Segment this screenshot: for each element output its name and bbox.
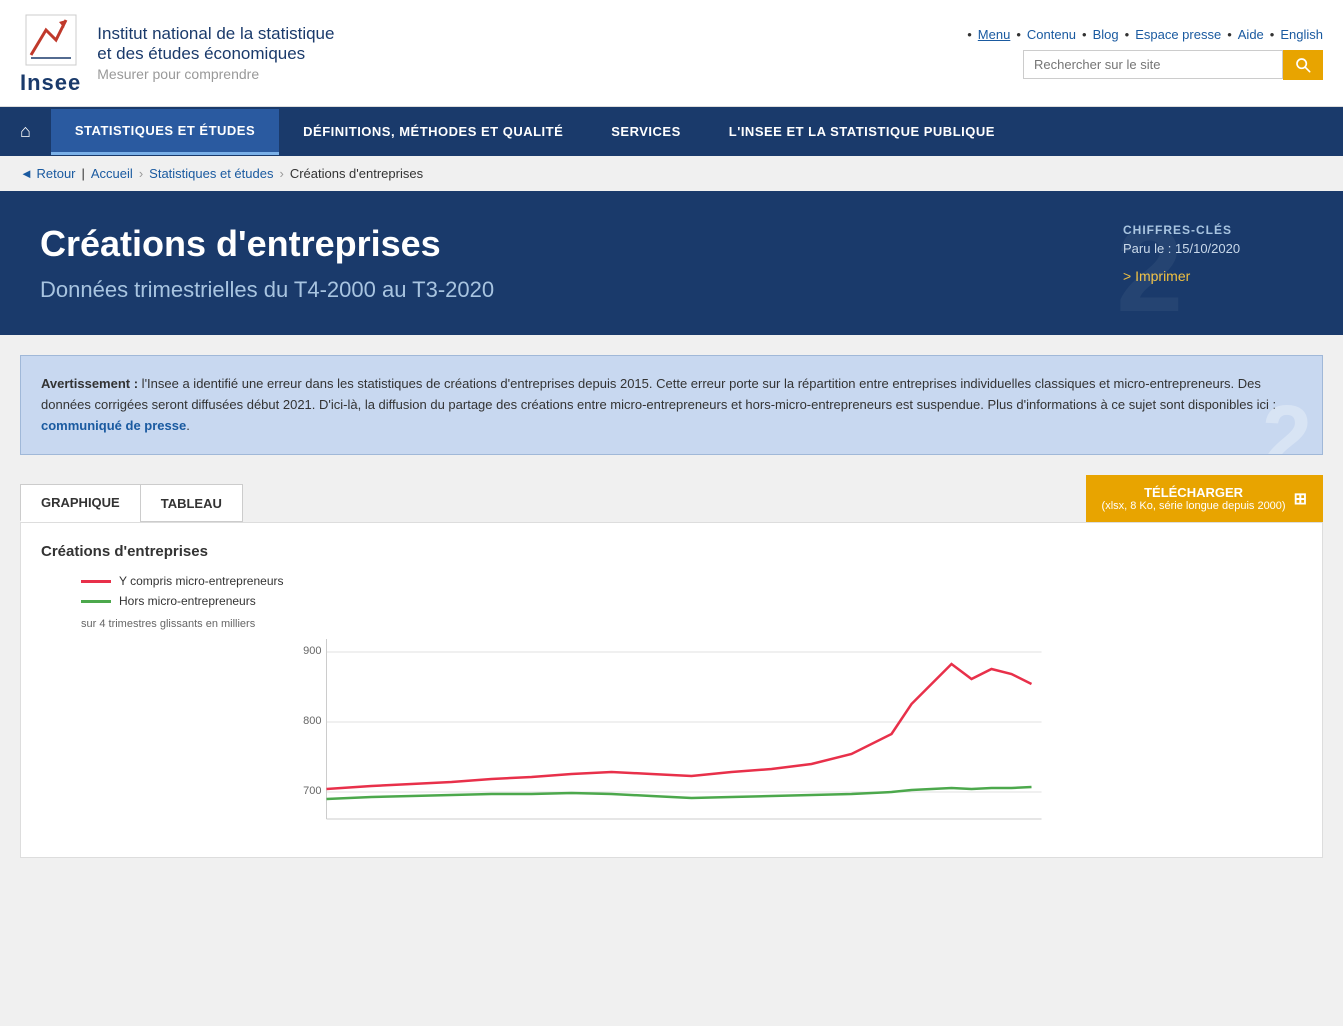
header-left: Insee Institut national de la statistiqu… xyxy=(20,10,334,96)
hero-banner: Créations d'entreprises Données trimestr… xyxy=(0,191,1343,335)
header-title-line2: et des études économiques xyxy=(97,44,334,64)
chart-svg: 900 800 700 xyxy=(41,634,1302,834)
logo-label: Insee xyxy=(20,70,81,96)
legend-item-micro: Y compris micro-entrepreneurs xyxy=(81,574,1302,588)
tab-graphique[interactable]: GRAPHIQUE xyxy=(20,484,140,522)
sep5: • xyxy=(1270,27,1275,42)
main-navigation: ⌂ STATISTIQUES ET ÉTUDES DÉFINITIONS, MÉ… xyxy=(0,107,1343,156)
chart-title: Créations d'entreprises xyxy=(41,543,1302,560)
legend-item-hors: Hors micro-entrepreneurs xyxy=(81,594,1302,608)
breadcrumb-chevron1: › xyxy=(139,166,143,181)
nav-english[interactable]: English xyxy=(1280,27,1323,42)
download-button[interactable]: TÉLÉCHARGER (xlsx, 8 Ko, série longue de… xyxy=(1086,475,1323,522)
legend-label-micro: Y compris micro-entrepreneurs xyxy=(119,574,284,588)
search-bar xyxy=(1023,50,1323,80)
warning-end: . xyxy=(186,418,190,433)
download-icon: ⊞ xyxy=(1294,489,1307,509)
chart-axis-label: sur 4 trimestres glissants en milliers xyxy=(81,618,1302,630)
header-text: Institut national de la statistique et d… xyxy=(97,24,334,82)
tabs-download-row: GRAPHIQUE TABLEAU TÉLÉCHARGER (xlsx, 8 K… xyxy=(20,475,1323,522)
nav-blog[interactable]: Blog xyxy=(1093,27,1119,42)
warning-box: 2 Avertissement : l'Insee a identifié un… xyxy=(20,355,1323,455)
legend-line-hors xyxy=(81,600,111,603)
hero-subtitle: Données trimestrielles du T4-2000 au T3-… xyxy=(40,277,1103,303)
header-title-line1: Institut national de la statistique xyxy=(97,24,334,44)
warning-link[interactable]: communiqué de presse xyxy=(41,418,186,433)
header-right: • Menu • Contenu • Blog • Espace presse … xyxy=(967,27,1323,80)
svg-text:700: 700 xyxy=(303,785,321,797)
bullet: • xyxy=(967,27,972,42)
svg-text:800: 800 xyxy=(303,715,321,727)
tab-tableau[interactable]: TABLEAU xyxy=(140,484,243,522)
nav-home-button[interactable]: ⌂ xyxy=(0,107,51,156)
warning-text: l'Insee a identifié une erreur dans les … xyxy=(41,376,1276,412)
download-label: TÉLÉCHARGER xyxy=(1144,485,1243,500)
legend-label-hors: Hors micro-entrepreneurs xyxy=(119,594,256,608)
sep4: • xyxy=(1227,27,1232,42)
logo-box: Insee xyxy=(20,10,81,96)
breadcrumb-current: Créations d'entreprises xyxy=(290,166,423,181)
sep3: • xyxy=(1125,27,1130,42)
breadcrumb-stats[interactable]: Statistiques et études xyxy=(149,166,273,181)
breadcrumb-sep-back: | xyxy=(82,166,85,181)
nav-insee[interactable]: L'INSEE ET LA STATISTIQUE PUBLIQUE xyxy=(705,110,1019,153)
breadcrumb-accueil[interactable]: Accueil xyxy=(91,166,133,181)
hero-left: Créations d'entreprises Données trimestr… xyxy=(40,223,1103,303)
chart-area: Créations d'entreprises Y compris micro-… xyxy=(20,522,1323,858)
chart-legend: Y compris micro-entrepreneurs Hors micro… xyxy=(81,574,1302,608)
download-text: TÉLÉCHARGER (xlsx, 8 Ko, série longue de… xyxy=(1102,485,1286,512)
search-input[interactable] xyxy=(1023,50,1283,79)
logo-image xyxy=(21,10,81,70)
tab-group: GRAPHIQUE TABLEAU xyxy=(20,484,243,522)
nav-aide[interactable]: Aide xyxy=(1238,27,1264,42)
nav-menu[interactable]: Menu xyxy=(978,27,1011,42)
chart-container: 900 800 700 xyxy=(41,634,1302,837)
header-tagline: Mesurer pour comprendre xyxy=(97,66,334,82)
search-button[interactable] xyxy=(1283,50,1323,80)
sep1: • xyxy=(1016,27,1021,42)
nav-services[interactable]: SERVICES xyxy=(587,110,705,153)
legend-line-micro xyxy=(81,580,111,583)
download-subtitle: (xlsx, 8 Ko, série longue depuis 2000) xyxy=(1102,500,1286,512)
search-icon xyxy=(1295,57,1311,73)
sep2: • xyxy=(1082,27,1087,42)
main-content: 2 Avertissement : l'Insee a identifié un… xyxy=(0,335,1343,878)
imprimer-link[interactable]: > Imprimer xyxy=(1123,268,1303,284)
nav-definitions[interactable]: DÉFINITIONS, MÉTHODES ET QUALITÉ xyxy=(279,110,587,153)
nav-contenu[interactable]: Contenu xyxy=(1027,27,1076,42)
breadcrumb-back[interactable]: ◄ Retour xyxy=(20,166,76,181)
breadcrumb: ◄ Retour | Accueil › Statistiques et étu… xyxy=(0,156,1343,191)
nav-statistiques[interactable]: STATISTIQUES ET ÉTUDES xyxy=(51,109,279,155)
svg-text:900: 900 xyxy=(303,645,321,657)
nav-presse[interactable]: Espace presse xyxy=(1135,27,1221,42)
chiffres-label: CHIFFRES-CLÉS xyxy=(1123,223,1303,237)
paru-le: Paru le : 15/10/2020 xyxy=(1123,241,1303,256)
warning-bold: Avertissement : xyxy=(41,376,138,391)
top-navigation: • Menu • Contenu • Blog • Espace presse … xyxy=(967,27,1323,42)
hero-right: CHIFFRES-CLÉS Paru le : 15/10/2020 > Imp… xyxy=(1103,223,1303,284)
site-header: Insee Institut national de la statistiqu… xyxy=(0,0,1343,107)
breadcrumb-chevron2: › xyxy=(279,166,283,181)
hero-title: Créations d'entreprises xyxy=(40,223,1103,265)
